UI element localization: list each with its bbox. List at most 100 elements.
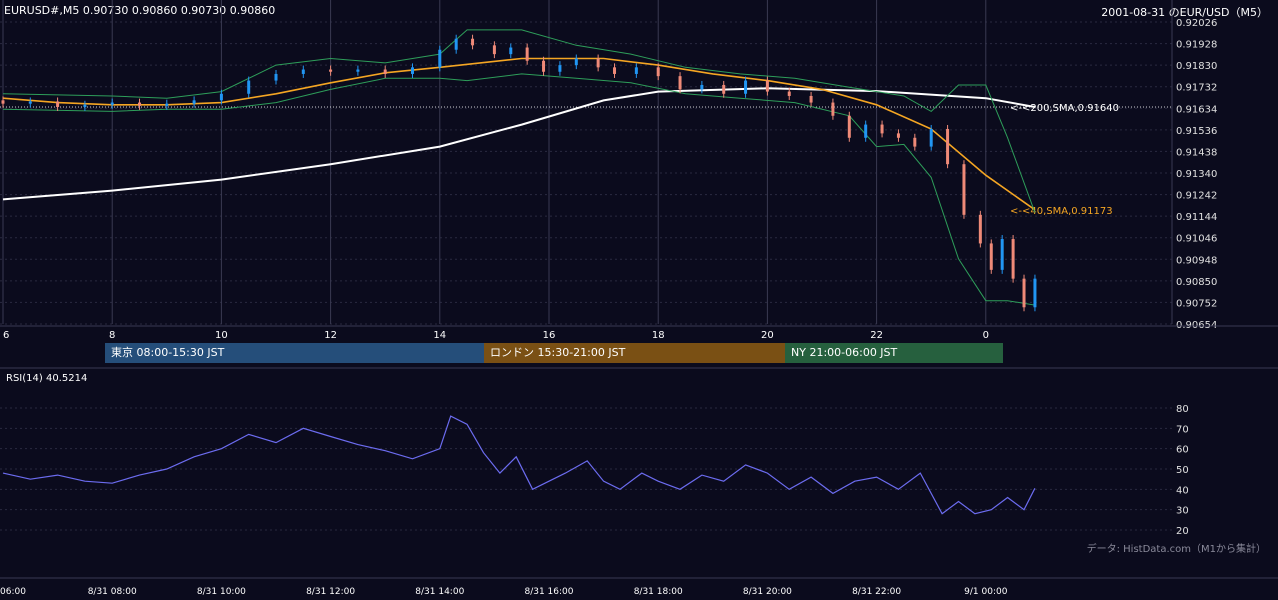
candle-body	[722, 84, 726, 94]
candle-body	[454, 38, 458, 50]
price-tick-label: 0.91732	[1176, 83, 1217, 94]
candle-body	[678, 76, 682, 90]
rsi-tick-label: 60	[1176, 445, 1189, 456]
rsi-time-tick-label: 8/31 12:00	[306, 587, 355, 597]
time-tick-label: 16	[543, 330, 556, 341]
rsi-time-tick-label: 8/31 16:00	[524, 587, 573, 597]
rsi-tick-label: 70	[1176, 424, 1189, 435]
candle-body	[411, 67, 414, 74]
price-tick-label: 0.92026	[1176, 18, 1217, 29]
candle-body	[989, 243, 993, 270]
time-tick-label: 22	[870, 330, 883, 341]
time-tick-label: 8	[109, 330, 115, 341]
candle-body	[247, 80, 251, 94]
candle-body	[219, 93, 223, 101]
candle-body	[383, 69, 387, 74]
session-london: ロンドン 15:30-21:00 JST	[484, 343, 785, 363]
candle-body	[613, 67, 617, 74]
candle-body	[634, 67, 638, 74]
candle-body	[809, 95, 813, 103]
candle-body	[896, 133, 900, 138]
rsi-tick-label: 40	[1176, 485, 1189, 496]
session-ny: NY 21:00-06:00 JST	[785, 343, 1003, 363]
session-tokyo-label: 東京 08:00-15:30 JST	[111, 346, 225, 359]
candle-body	[356, 69, 360, 72]
time-tick-label: 20	[761, 330, 774, 341]
rsi-line	[2, 415, 1036, 515]
time-tick-label: 14	[433, 330, 446, 341]
price-tick-label: 0.91046	[1176, 234, 1217, 245]
rsi-time-tick-label: 9/1 00:00	[964, 587, 1008, 597]
time-tick-label: 18	[652, 330, 665, 341]
candle-body	[274, 73, 278, 81]
candle-body	[28, 101, 32, 104]
candle-body	[329, 69, 333, 72]
rsi-time-tick-label: 8/31 08:00	[88, 587, 137, 597]
candle-body	[765, 80, 769, 92]
candle-body	[138, 102, 141, 106]
time-tick-label: 6	[3, 330, 9, 341]
rsi-tick-label: 50	[1176, 465, 1189, 476]
candle-body	[574, 58, 578, 66]
price-tick-label: 0.90752	[1176, 298, 1217, 309]
sma200-label: <-<200,SMA,0.91640	[1010, 103, 1119, 114]
candle-body	[962, 164, 966, 215]
rsi-tick-label: 20	[1176, 526, 1189, 537]
candle-body	[656, 67, 660, 77]
candle-body	[1011, 239, 1015, 279]
chart-canvas[interactable]: 0.92026 0.91928 0.91830 0.91732 0.91634 0.915…	[0, 0, 1278, 600]
price-tick-label: 0.91144	[1176, 212, 1217, 223]
candle-body	[1000, 239, 1004, 270]
rsi-time-tick-label: 8/31 18:00	[634, 587, 683, 597]
time-tick-label: 12	[324, 330, 337, 341]
price-tick-label: 0.91242	[1176, 191, 1217, 202]
sma40-label: <-<40,SMA,0.91173	[1010, 206, 1113, 217]
session-london-label: ロンドン 15:30-21:00 JST	[490, 346, 626, 359]
rsi-time-tick-label: 06:00	[0, 587, 26, 597]
candle-body	[192, 100, 196, 104]
candle-body	[978, 214, 982, 244]
candle-body	[301, 69, 305, 74]
candle-body	[787, 91, 791, 96]
candle-body	[558, 65, 562, 72]
session-ny-label: NY 21:00-06:00 JST	[791, 346, 898, 359]
candle-body	[596, 58, 600, 68]
rsi-time-tick-label: 8/31 10:00	[197, 587, 246, 597]
candle-body	[83, 104, 87, 107]
candle-body	[1022, 278, 1026, 308]
candle-body	[1033, 278, 1037, 308]
price-tick-label: 0.91536	[1176, 126, 1217, 137]
candle-body	[700, 84, 704, 90]
price-tick-label: 0.91340	[1176, 169, 1217, 180]
candle-body	[525, 47, 529, 61]
candle-body	[864, 124, 868, 138]
candle-body	[744, 80, 748, 94]
time-tick-label: 10	[215, 330, 228, 341]
candle-body	[110, 102, 114, 105]
rsi-time-tick-label: 8/31 20:00	[743, 587, 792, 597]
candle-body	[880, 124, 884, 134]
rsi-time-tick-label: 8/31 22:00	[852, 587, 901, 597]
candle-body	[438, 49, 442, 68]
price-tick-label: 0.90948	[1176, 255, 1217, 266]
price-tick-label: 0.90850	[1176, 277, 1217, 288]
rsi-tick-label: 80	[1176, 404, 1189, 415]
session-tokyo: 東京 08:00-15:30 JST	[105, 343, 484, 363]
data-credit: データ: HistData.com（M1から集計）	[1086, 544, 1266, 555]
price-tick-label: 0.91830	[1176, 61, 1217, 72]
candle-body	[946, 128, 950, 165]
candle-body	[492, 45, 496, 55]
price-tick-label: 0.91634	[1176, 104, 1217, 115]
time-tick-label: 0	[983, 330, 989, 341]
candle-body	[831, 102, 835, 116]
rsi-label: RSI(14) 40.5214	[6, 373, 88, 384]
candle-body	[847, 115, 851, 138]
candle-body	[929, 128, 933, 147]
candle-body	[165, 103, 169, 106]
candle-body	[56, 101, 60, 107]
rsi-time-tick-label: 8/31 14:00	[415, 587, 464, 597]
candle-body	[1, 100, 5, 104]
rsi-tick-label: 30	[1176, 506, 1189, 517]
candle-body	[471, 38, 475, 46]
candle-body	[509, 47, 513, 55]
